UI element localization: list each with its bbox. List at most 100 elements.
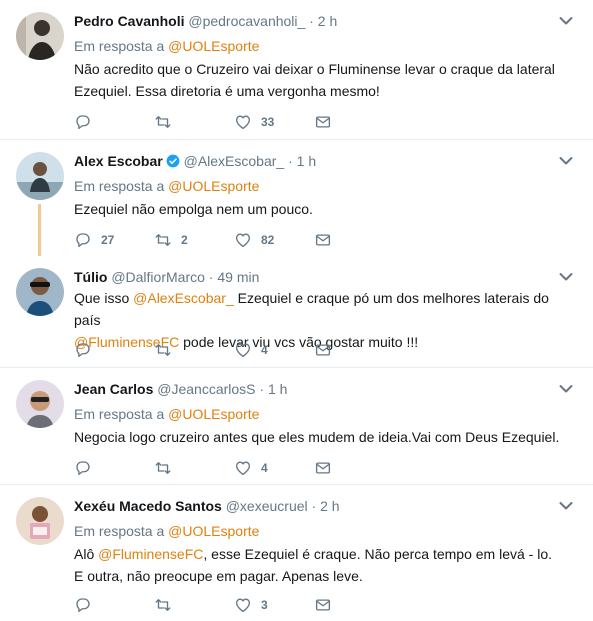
dm-button[interactable] <box>314 112 332 132</box>
envelope-icon <box>314 596 332 614</box>
user-handle[interactable]: @pedrocavanholi_ <box>188 13 305 29</box>
like-button[interactable]: 4 <box>234 458 268 478</box>
reply-icon <box>74 459 92 477</box>
tweet-header: Xexéu Macedo Santos @xexeucruel · 2 h <box>74 497 340 515</box>
avatar[interactable] <box>16 12 64 60</box>
dm-button[interactable] <box>314 230 332 250</box>
heart-icon <box>234 341 252 359</box>
heart-icon <box>234 459 252 477</box>
chevron-down-icon[interactable] <box>559 384 573 394</box>
reply-count: 27 <box>101 233 115 247</box>
user-handle[interactable]: @xexeucruel <box>226 498 308 514</box>
reply-icon <box>74 596 92 614</box>
tweet[interactable]: Túlio @DalfiorMarco · 49 min Que isso @A… <box>0 256 593 368</box>
reply-button[interactable] <box>74 595 101 615</box>
text-fragment: Alô <box>74 546 99 562</box>
dm-button[interactable] <box>314 458 332 478</box>
tweet-actions: 3 <box>74 595 334 615</box>
like-button[interactable]: 3 <box>234 595 268 615</box>
reply-context: Em resposta a @UOLEsporte <box>74 405 259 423</box>
heart-icon <box>234 596 252 614</box>
reply-mention-link[interactable]: @UOLEsporte <box>168 38 259 54</box>
user-handle[interactable]: @JeanccarlosS <box>157 381 255 397</box>
like-button[interactable]: 33 <box>234 112 274 132</box>
like-count: 33 <box>261 115 275 129</box>
retweet-icon <box>154 113 172 131</box>
retweet-button[interactable] <box>154 340 181 360</box>
dm-button[interactable] <box>314 340 332 360</box>
chevron-down-icon[interactable] <box>559 156 573 166</box>
retweet-icon <box>154 596 172 614</box>
tweet-text-line: Que isso @AlexEscobar_ Ezequiel e craque… <box>74 287 574 331</box>
retweet-button[interactable] <box>154 112 181 132</box>
timestamp[interactable]: 2 h <box>320 498 339 514</box>
reply-context: Em resposta a @UOLEsporte <box>74 177 259 195</box>
envelope-icon <box>314 341 332 359</box>
tweet[interactable]: Xexéu Macedo Santos @xexeucruel · 2 h Em… <box>0 485 593 621</box>
reply-mention-link[interactable]: @UOLEsporte <box>168 523 259 539</box>
reply-button[interactable] <box>74 112 101 132</box>
envelope-icon <box>314 231 332 249</box>
separator-dot: · <box>309 13 314 29</box>
tweet-header: Jean Carlos @JeanccarlosS · 1 h <box>74 380 287 398</box>
dm-button[interactable] <box>314 595 332 615</box>
chevron-down-icon[interactable] <box>559 272 573 282</box>
avatar[interactable] <box>16 268 64 316</box>
tweet-text: Alô @FluminenseFC, esse Ezequiel é craqu… <box>74 543 574 587</box>
user-name[interactable]: Xexéu Macedo Santos <box>74 498 222 514</box>
retweet-button[interactable]: 2 <box>154 230 188 250</box>
tweet-actions: 4 <box>74 458 334 478</box>
heart-icon <box>234 231 252 249</box>
tweet-actions: 33 <box>74 112 334 132</box>
timestamp[interactable]: 2 h <box>318 13 337 29</box>
reply-icon <box>74 113 92 131</box>
retweet-icon <box>154 341 172 359</box>
user-name[interactable]: Túlio <box>74 269 107 285</box>
tweet-header: Túlio @DalfiorMarco · 49 min <box>74 268 259 286</box>
tweet-text-line: E outra, não preocupe em pagar. Apenas l… <box>74 568 363 584</box>
like-button[interactable]: 82 <box>234 230 274 250</box>
timestamp[interactable]: 1 h <box>268 381 287 397</box>
mention-link[interactable]: @FluminenseFC <box>98 546 203 562</box>
like-button[interactable]: 4 <box>234 340 268 360</box>
tweet-text-line: Alô @FluminenseFC, esse Ezequiel é craqu… <box>74 543 574 565</box>
tweet-actions: 4 <box>74 340 334 360</box>
tweet-text-line: Negocia logo cruzeiro antes que eles mud… <box>74 429 560 445</box>
tweet[interactable]: Alex Escobar @AlexEscobar_ · 1 h Em resp… <box>0 140 593 256</box>
chevron-down-icon[interactable] <box>559 501 573 511</box>
reply-context: Em resposta a @UOLEsporte <box>74 522 259 540</box>
tweet-text-line: Não acredito que o Cruzeiro vai deixar o… <box>74 61 555 77</box>
like-count: 4 <box>261 461 268 475</box>
avatar[interactable] <box>16 380 64 428</box>
retweet-icon <box>154 459 172 477</box>
timestamp[interactable]: 1 h <box>297 153 316 169</box>
user-name[interactable]: Jean Carlos <box>74 381 153 397</box>
tweet-actions: 27 2 82 <box>74 230 334 250</box>
tweet-header: Pedro Cavanholi @pedrocavanholi_ · 2 h <box>74 12 337 30</box>
user-name[interactable]: Alex Escobar <box>74 153 163 169</box>
user-handle[interactable]: @DalfiorMarco <box>111 269 205 285</box>
tweet-text: Negocia logo cruzeiro antes que eles mud… <box>74 426 574 448</box>
reply-button[interactable] <box>74 458 101 478</box>
reply-prefix: Em resposta a <box>74 38 165 54</box>
thread-line <box>38 204 41 256</box>
retweet-button[interactable] <box>154 595 181 615</box>
reply-mention-link[interactable]: @UOLEsporte <box>168 178 259 194</box>
avatar[interactable] <box>16 152 64 200</box>
mention-link[interactable]: @AlexEscobar_ <box>133 290 234 306</box>
chevron-down-icon[interactable] <box>559 16 573 26</box>
retweet-button[interactable] <box>154 458 181 478</box>
user-handle[interactable]: @AlexEscobar_ <box>184 153 285 169</box>
avatar[interactable] <box>16 497 64 545</box>
tweet-text-line: Ezequiel não empolga nem um pouco. <box>74 201 313 217</box>
reply-button[interactable] <box>74 340 101 360</box>
tweet-text: Ezequiel não empolga nem um pouco. <box>74 198 574 220</box>
tweet[interactable]: Jean Carlos @JeanccarlosS · 1 h Em respo… <box>0 368 593 485</box>
tweet[interactable]: Pedro Cavanholi @pedrocavanholi_ · 2 h E… <box>0 0 593 140</box>
reply-button[interactable]: 27 <box>74 230 114 250</box>
text-fragment: Que isso <box>74 290 134 306</box>
reply-prefix: Em resposta a <box>74 523 165 539</box>
user-name[interactable]: Pedro Cavanholi <box>74 13 184 29</box>
timestamp[interactable]: 49 min <box>217 269 259 285</box>
reply-mention-link[interactable]: @UOLEsporte <box>168 406 259 422</box>
